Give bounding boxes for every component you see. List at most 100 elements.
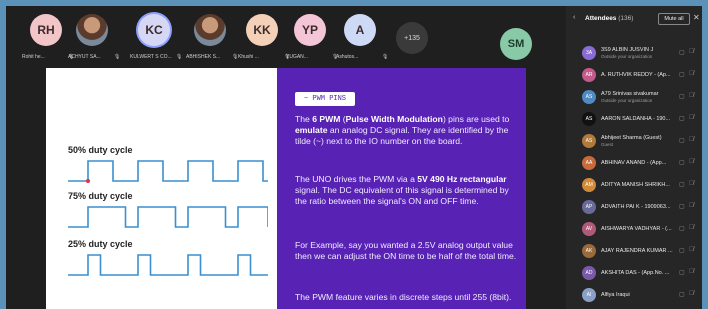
wave-label: 75% duty cycle bbox=[68, 191, 133, 201]
avatar: AS bbox=[582, 90, 596, 104]
mic-icon: 🎙 bbox=[382, 54, 389, 60]
participant-strip: RH Rohit he... 🎙 ACHYUT SA... 🎙 KC KULWE… bbox=[6, 6, 566, 68]
attendee-row[interactable]: AP ADVAITH PAI K - 1909063... ▢ 🎙̸ bbox=[566, 196, 702, 218]
camera-icon: ▢ bbox=[679, 116, 685, 122]
mic-off-icon[interactable]: 🎙̸ bbox=[689, 202, 694, 209]
avatar bbox=[194, 14, 226, 46]
participant-name: YUGAN... bbox=[286, 54, 308, 60]
attendee-row[interactable]: AK AJAY RAJENDRA KUMAR ... ▢ 🎙̸ bbox=[566, 240, 702, 262]
close-icon[interactable]: ✕ bbox=[693, 13, 700, 22]
participant-tile[interactable]: KC KULWERT S CO... 🎙 bbox=[130, 14, 182, 68]
attendee-name: AJAY RAJENDRA KUMAR ... bbox=[601, 248, 673, 254]
participant-tile[interactable]: YP YUGAN... 🎙 bbox=[286, 14, 338, 68]
mic-off-icon[interactable]: 🎙̸ bbox=[689, 158, 694, 165]
shared-screen-slide: 50% duty cycle 75% duty cycle 25% duty c… bbox=[46, 68, 526, 309]
attendee-name: Alfiya Iraqui bbox=[601, 292, 630, 298]
avatar: 3A bbox=[582, 46, 596, 60]
camera-icon: ▢ bbox=[679, 292, 685, 298]
attendees-header: ‹ Attendees (136) Mute all ✕ bbox=[566, 6, 702, 34]
mute-all-button[interactable]: Mute all bbox=[658, 13, 690, 25]
attendee-name: AARON SALDANHA - 190... bbox=[601, 116, 671, 122]
participant-tile[interactable]: A Ashutos... 🎙 bbox=[336, 14, 388, 68]
paragraph-1: The 6 PWM (Pulse Width Modulation) pins … bbox=[295, 114, 510, 147]
attendee-name: ADVAITH PAI K - 1909063... bbox=[601, 204, 671, 210]
avatar: A bbox=[344, 14, 376, 46]
attendee-name: ADITYA MANISH SHRIKH... bbox=[601, 182, 670, 188]
camera-icon: ▢ bbox=[679, 72, 685, 78]
pwm-waveform-75 bbox=[68, 206, 268, 228]
attendee-row[interactable]: AS AARON SALDANHA - 190... ▢ 🎙̸ bbox=[566, 108, 702, 130]
pwm-waveform-50 bbox=[68, 160, 268, 183]
mic-off-icon[interactable]: 🎙̸ bbox=[689, 180, 694, 187]
camera-icon: ▢ bbox=[679, 160, 685, 166]
mic-off-icon[interactable]: 🎙̸ bbox=[689, 290, 694, 297]
participant-tile[interactable]: ABHISHEK S... 🎙 bbox=[186, 14, 238, 68]
more-participants-button[interactable]: +135 bbox=[396, 22, 428, 54]
camera-icon: ▢ bbox=[679, 50, 685, 56]
participant-name: ABHISHEK S... bbox=[186, 54, 221, 60]
participant-name: Khushi ... bbox=[238, 54, 259, 60]
attendee-name: A. RUTHVIK REDDY - (Ap... bbox=[601, 72, 671, 78]
attendee-row[interactable]: 3A 3S9 ALBIN JUSVIN J Outside your organiz… bbox=[566, 42, 702, 64]
attendee-row[interactable]: AV AISHWARYA VADHYAR - (... ▢ 🎙̸ bbox=[566, 218, 702, 240]
camera-icon: ▢ bbox=[679, 204, 685, 210]
paragraph-2: The UNO drives the PWM via a 5V 490 Hz r… bbox=[295, 174, 509, 207]
attendee-name: AKSHITA DAS - (App.No. ... bbox=[601, 270, 670, 276]
wave-label: 25% duty cycle bbox=[68, 239, 133, 249]
avatar bbox=[76, 14, 108, 46]
marker-dot bbox=[86, 179, 90, 183]
attendees-panel: ‹ Attendees (136) Mute all ✕ 3A 3S9 ALBIN… bbox=[566, 6, 702, 309]
section-tag: ~ PWM PINS bbox=[295, 92, 356, 106]
participant-tile[interactable]: ACHYUT SA... 🎙 bbox=[68, 14, 120, 68]
mic-off-icon[interactable]: 🎙̸ bbox=[689, 246, 694, 253]
avatar: AK bbox=[582, 244, 596, 258]
attendee-row[interactable]: AI Alfiya Iraqui ▢ 🎙̸ bbox=[566, 284, 702, 306]
attendee-row[interactable]: AS A79 Srinivas sivakumar Outside your org… bbox=[566, 86, 702, 108]
self-avatar[interactable]: SM bbox=[500, 28, 532, 60]
paragraph-4: The PWM feature varies in discrete steps… bbox=[295, 292, 512, 302]
avatar: RH bbox=[30, 14, 62, 46]
participant-name: Ashutos... bbox=[336, 54, 359, 60]
attendee-name: 3S9 ALBIN JUSVIN J bbox=[601, 47, 654, 53]
avatar: KK bbox=[246, 14, 278, 46]
mic-off-icon[interactable]: 🎙̸ bbox=[689, 70, 694, 77]
mic-off-icon[interactable]: 🎙̸ bbox=[689, 268, 694, 275]
avatar: KC bbox=[138, 14, 170, 46]
teams-meeting-window: RH Rohit he... 🎙 ACHYUT SA... 🎙 KC KULWE… bbox=[6, 6, 702, 309]
mic-icon: 🎙 bbox=[176, 54, 183, 60]
attendee-row[interactable]: AD AKSHITA DAS - (App.No. ... ▢ 🎙̸ bbox=[566, 262, 702, 284]
attendee-row[interactable]: AM ADITYA MANISH SHRIKH... ▢ 🎙̸ bbox=[566, 174, 702, 196]
attendees-title: Attendees (136) bbox=[585, 15, 634, 22]
mic-off-icon[interactable]: 🎙̸ bbox=[689, 136, 694, 143]
mic-off-icon[interactable]: 🎙̸ bbox=[689, 224, 694, 231]
participant-tile[interactable]: KK Khushi ... 🎙 bbox=[238, 14, 290, 68]
avatar: YP bbox=[294, 14, 326, 46]
attendee-row[interactable]: AS Abhijeet Sharma (Guest) Guest ▢ 🎙̸ bbox=[566, 130, 702, 152]
participant-name: ACHYUT SA... bbox=[68, 54, 101, 60]
avatar: AS bbox=[582, 134, 596, 148]
attendee-row[interactable]: AR A. RUTHVIK REDDY - (Ap... ▢ 🎙̸ bbox=[566, 64, 702, 86]
attendee-subtitle: Guest bbox=[601, 142, 614, 147]
avatar: AV bbox=[582, 222, 596, 236]
avatar: AI bbox=[582, 288, 596, 302]
mic-off-icon[interactable]: 🎙̸ bbox=[689, 92, 694, 99]
avatar: AR bbox=[582, 68, 596, 82]
mic-off-icon[interactable]: 🎙̸ bbox=[689, 48, 694, 55]
avatar: AS bbox=[582, 112, 596, 126]
pwm-info-panel: ~ PWM PINS The 6 PWM (Pulse Width Modula… bbox=[277, 68, 526, 309]
camera-icon: ▢ bbox=[679, 270, 685, 276]
back-chevron-icon[interactable]: ‹ bbox=[573, 14, 575, 21]
camera-icon: ▢ bbox=[679, 94, 685, 100]
attendee-name: AISHWARYA VADHYAR - (... bbox=[601, 226, 672, 232]
avatar: AA bbox=[582, 156, 596, 170]
attendee-row[interactable]: AA ABHINAV ANAND - (App... ▢ 🎙̸ bbox=[566, 152, 702, 174]
mic-icon: 🎙 bbox=[114, 54, 121, 60]
mic-off-icon[interactable]: 🎙̸ bbox=[689, 114, 694, 121]
avatar: AM bbox=[582, 178, 596, 192]
participant-tile[interactable]: RH Rohit he... 🎙 bbox=[22, 14, 74, 68]
wave-label: 50% duty cycle bbox=[68, 145, 133, 155]
camera-icon: ▢ bbox=[679, 226, 685, 232]
camera-icon: ▢ bbox=[679, 182, 685, 188]
participant-name: KULWERT S CO... bbox=[130, 54, 172, 60]
avatar: AD bbox=[582, 266, 596, 280]
